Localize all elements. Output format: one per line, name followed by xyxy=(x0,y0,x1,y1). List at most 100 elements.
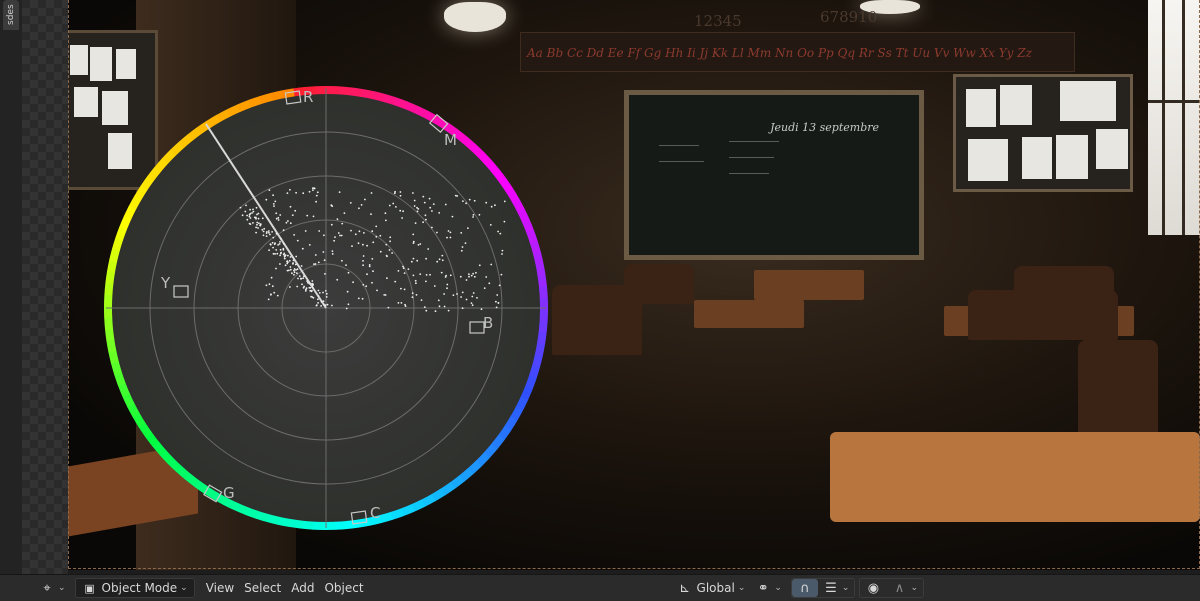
side-panel-tab[interactable]: sdes xyxy=(3,0,19,30)
falloff-curve-icon: ∧ xyxy=(894,580,905,596)
scope-point xyxy=(274,253,276,255)
scope-point xyxy=(298,275,301,277)
scope-point xyxy=(461,291,464,294)
scope-point xyxy=(375,235,378,238)
scope-point xyxy=(360,204,363,206)
paper-note xyxy=(966,89,996,127)
scope-point xyxy=(349,202,352,204)
scope-point xyxy=(279,248,282,251)
scope-point xyxy=(320,301,323,303)
menu-select[interactable]: Select xyxy=(239,577,286,599)
scope-point xyxy=(246,218,249,221)
scope-point xyxy=(414,222,417,225)
scope-point xyxy=(273,243,276,246)
scope-point xyxy=(394,280,397,283)
scope-point xyxy=(326,303,329,306)
scope-point xyxy=(311,280,314,282)
mode-selector[interactable]: ▣ Object Mode ⌄ xyxy=(74,578,195,598)
scope-point xyxy=(490,205,493,208)
scope-point xyxy=(331,205,334,208)
scope-point xyxy=(368,264,371,266)
scope-point xyxy=(265,235,268,238)
transform-pivot-dropdown[interactable]: ⌖ ⌄ xyxy=(34,577,71,599)
scope-point xyxy=(317,295,320,297)
menu-view[interactable]: View xyxy=(201,577,239,599)
scope-point xyxy=(272,194,274,197)
scope-point xyxy=(302,286,305,289)
hue-ring-segment xyxy=(104,317,114,330)
scope-point xyxy=(497,302,500,304)
scope-point xyxy=(480,308,483,311)
scope-point xyxy=(341,259,343,262)
scope-point xyxy=(248,215,251,218)
scope-point xyxy=(365,285,368,288)
hue-ring-segment xyxy=(105,328,115,342)
scope-point xyxy=(241,214,244,217)
vectorscope-label-b: B xyxy=(483,314,493,332)
pinboard-right xyxy=(953,74,1133,192)
scope-point xyxy=(262,230,265,233)
scope-point xyxy=(423,306,426,308)
menu-object[interactable]: Object xyxy=(319,577,368,599)
snap-toggle[interactable]: ∩ xyxy=(791,579,818,597)
orientation-icon: ⊾ xyxy=(679,580,690,596)
snap-target-dropdown[interactable]: ☰ ⌄ xyxy=(818,579,855,597)
window-mullion xyxy=(1182,0,1185,235)
scope-point xyxy=(340,234,343,237)
scope-point xyxy=(289,256,292,258)
scope-point xyxy=(422,195,425,198)
orientation-label: Global xyxy=(696,581,735,595)
chevron-down-icon: ⌄ xyxy=(737,583,746,593)
scope-point xyxy=(273,291,276,294)
scope-point xyxy=(362,283,365,286)
scope-point xyxy=(412,240,415,243)
scope-point xyxy=(289,286,291,288)
scope-point xyxy=(499,232,502,235)
scope-point xyxy=(322,251,325,253)
scope-point xyxy=(293,271,296,274)
scope-point xyxy=(451,215,454,218)
scope-point xyxy=(289,205,292,208)
scope-point xyxy=(410,260,413,263)
scope-point xyxy=(271,231,273,233)
scope-point xyxy=(331,253,334,255)
scope-point xyxy=(302,192,305,195)
scope-point xyxy=(412,192,414,194)
scope-point xyxy=(370,213,372,216)
scope-point xyxy=(460,232,463,234)
proportional-edit-toggle[interactable]: ◉ xyxy=(860,579,886,597)
proportional-falloff-dropdown[interactable]: ∧ ⌄ xyxy=(886,579,923,597)
scope-point xyxy=(444,203,447,206)
pivot-point-dropdown[interactable]: ⚭ ⌄ xyxy=(750,577,787,599)
desk-foreground xyxy=(830,432,1200,522)
hue-ring-segment xyxy=(538,320,548,334)
scope-point xyxy=(476,297,478,299)
scope-point xyxy=(317,302,319,304)
scope-point xyxy=(259,223,262,226)
scope-point xyxy=(296,239,299,242)
scope-point xyxy=(385,254,388,257)
menu-add[interactable]: Add xyxy=(286,577,319,599)
scope-point xyxy=(403,272,406,274)
scope-point xyxy=(246,214,249,217)
scope-point xyxy=(277,244,279,246)
orientation-dropdown[interactable]: ⊾ Global ⌄ xyxy=(672,577,751,599)
scope-point xyxy=(285,221,288,224)
scope-point xyxy=(272,252,275,255)
scope-point xyxy=(358,230,361,233)
scope-point xyxy=(441,259,444,262)
scope-point xyxy=(325,296,328,298)
scope-point xyxy=(438,212,441,214)
scope-point xyxy=(456,293,458,295)
scope-point xyxy=(277,219,280,221)
scope-point xyxy=(297,277,299,280)
scope-point xyxy=(288,259,291,262)
scope-point xyxy=(312,189,314,191)
scope-point xyxy=(324,290,327,292)
scope-point xyxy=(385,243,388,246)
scope-point xyxy=(289,188,291,191)
hue-ring-segment xyxy=(327,86,340,95)
snapping-group: ∩ ☰ ⌄ xyxy=(790,578,856,598)
scope-point xyxy=(275,249,278,251)
scope-point xyxy=(268,231,270,234)
